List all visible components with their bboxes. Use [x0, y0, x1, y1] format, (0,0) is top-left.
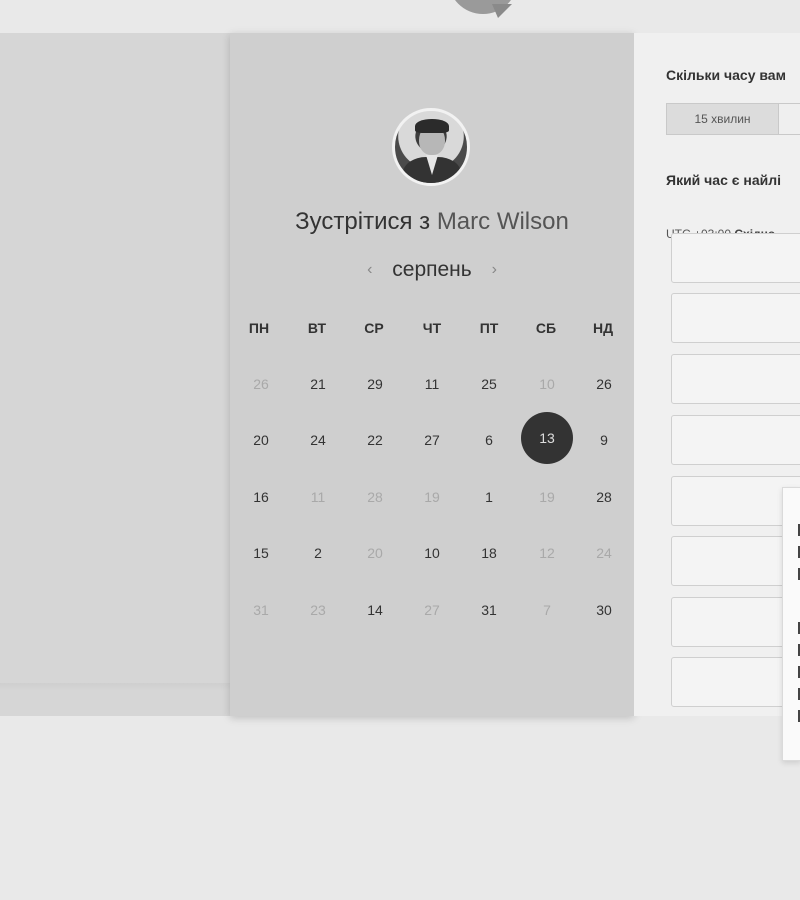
- calendar-day[interactable]: 30: [584, 602, 624, 618]
- duration-selector: 15 хвилин: [666, 103, 800, 135]
- calendar-day[interactable]: 16: [241, 489, 281, 505]
- duration-option-15[interactable]: 15 хвилин: [667, 104, 779, 134]
- duration-question: Скільки часу вам: [666, 67, 786, 83]
- time-question: Який час є найлі: [666, 172, 782, 188]
- calendar-day: 19: [424, 489, 440, 505]
- chevron-right-icon[interactable]: ›: [492, 261, 497, 278]
- calendar-day[interactable]: 28: [584, 489, 624, 505]
- weekday-fri: ПТ: [479, 320, 499, 336]
- calendar-day[interactable]: 14: [355, 602, 395, 618]
- time-slot[interactable]: [671, 415, 800, 465]
- calendar-day[interactable]: 24: [298, 432, 338, 448]
- info-popup: [782, 487, 800, 761]
- logo-tail: [492, 4, 512, 18]
- avatar: [392, 108, 470, 186]
- calendar-day: 31: [253, 602, 269, 618]
- host-name: Marc Wilson: [436, 208, 569, 235]
- weekday-tue: ВТ: [307, 320, 327, 336]
- weekday-wed: СР: [364, 320, 384, 336]
- calendar-day[interactable]: 29: [355, 376, 395, 392]
- calendar-day[interactable]: 11: [412, 376, 452, 392]
- calendar-day[interactable]: 22: [355, 432, 395, 448]
- meeting-title: Зустрітися з Marc Wilson: [230, 208, 634, 236]
- calendar-day: 19: [539, 489, 555, 505]
- meeting-title-prefix: Зустрітися з: [295, 208, 431, 235]
- booking-panel: Скільки часу вам 15 хвилин Який час є на…: [634, 33, 800, 716]
- weekday-sat: СБ: [535, 320, 557, 336]
- calendar-day: 24: [596, 545, 612, 561]
- time-slot[interactable]: [671, 536, 800, 586]
- weekday-sun: НД: [592, 320, 614, 336]
- calendar-day[interactable]: 25: [469, 376, 509, 392]
- calendar-day[interactable]: 6: [469, 432, 509, 448]
- calendar-day[interactable]: 2: [298, 545, 338, 561]
- calendar-day: 7: [543, 602, 551, 618]
- calendar-day: 20: [367, 545, 383, 561]
- weekday-mon: ПН: [248, 320, 270, 336]
- calendar-day[interactable]: 27: [412, 432, 452, 448]
- calendar-day: 12: [539, 545, 555, 561]
- calendar-day[interactable]: 18: [469, 545, 509, 561]
- calendar-day[interactable]: 15: [241, 545, 281, 561]
- calendar-day[interactable]: 21: [298, 376, 338, 392]
- calendar-day[interactable]: 20: [241, 432, 281, 448]
- chevron-left-icon[interactable]: ‹: [367, 261, 372, 278]
- calendar-day: 10: [539, 376, 555, 392]
- calendar-day: 11: [310, 489, 326, 505]
- calendar-day[interactable]: 1: [469, 489, 509, 505]
- time-slot[interactable]: [671, 597, 800, 647]
- month-navigation: ‹ серпень ›: [230, 258, 634, 282]
- time-slot[interactable]: [671, 293, 800, 343]
- calendar-day: 27: [424, 602, 440, 618]
- calendar-day[interactable]: 31: [469, 602, 509, 618]
- calendar-day: 28: [367, 489, 383, 505]
- calendar-day[interactable]: 9: [584, 432, 624, 448]
- calendar-day: 26: [253, 376, 269, 392]
- month-label: серпень: [392, 258, 472, 281]
- calendar-day-selected[interactable]: 13: [521, 412, 573, 464]
- calendar-day[interactable]: 26: [584, 376, 624, 392]
- time-slot[interactable]: [671, 657, 800, 707]
- weekday-thu: ЧТ: [422, 320, 442, 336]
- time-slot[interactable]: [671, 476, 800, 526]
- calendar-day: 23: [310, 602, 326, 618]
- time-slot[interactable]: [671, 233, 800, 283]
- calendar-day[interactable]: 10: [412, 545, 452, 561]
- time-slot[interactable]: [671, 354, 800, 404]
